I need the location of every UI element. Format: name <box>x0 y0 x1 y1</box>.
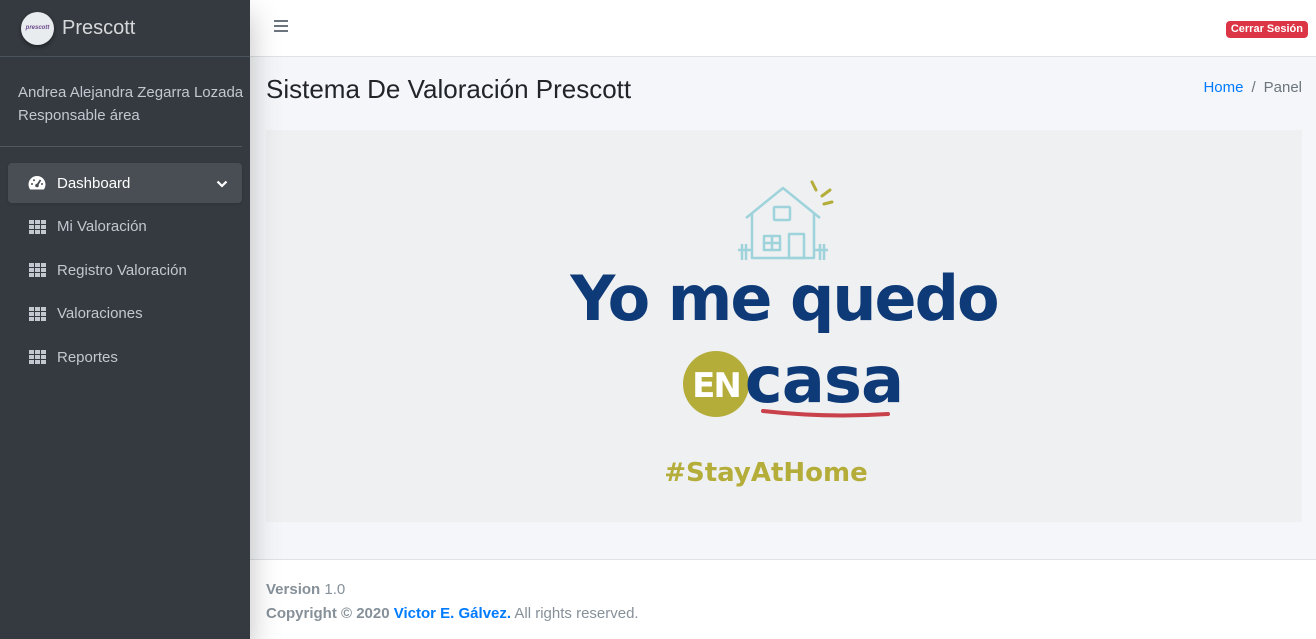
user-panel: Andrea Alejandra Zegarra Lozada Responsa… <box>0 57 243 147</box>
breadcrumb-separator: / <box>1251 79 1256 96</box>
content-header: Sistema De Valoración Prescott Home / Pane… <box>266 74 1302 105</box>
banner-casa: casa <box>745 344 903 418</box>
sidebar-item-label: Valoraciones <box>57 305 143 322</box>
sidebar-item-registro-valoracion[interactable]: Registro Valoración <box>8 250 242 290</box>
author-link[interactable]: Victor E. Gálvez. <box>394 605 511 622</box>
grid-icon <box>27 305 47 323</box>
sidebar-item-label: Dashboard <box>57 174 131 192</box>
dashboard-icon <box>27 174 47 192</box>
sidebar-item-mi-valoracion[interactable]: Mi Valoración <box>8 207 242 247</box>
rights-text: All rights reserved. <box>514 605 639 622</box>
logout-button[interactable]: Cerrar Sesión <box>1225 21 1308 38</box>
sparkle-icon <box>810 180 834 206</box>
sidebar-item-label: Reportes <box>57 348 118 366</box>
user-name[interactable]: Andrea Alejandra Zegarra Lozada <box>18 81 243 104</box>
stay-home-illustration: Yo me quedo EN casa #StayAtHome <box>569 180 1000 488</box>
house-icon <box>738 186 828 260</box>
grid-icon <box>27 348 47 366</box>
page-title: Sistema De Valoración Prescott <box>266 74 632 104</box>
sidebar-item-label: Mi Valoración <box>57 218 147 235</box>
breadcrumb: Home / Panel <box>1203 79 1302 96</box>
sidebar: prescott Prescott Andrea Alejandra Zegar… <box>0 0 250 639</box>
top-navbar: Cerrar Sesión <box>250 0 1316 57</box>
version-label: Version <box>266 581 321 598</box>
copyright-line: Copyright © 2020 Victor E. Gálvez. All r… <box>266 602 1300 626</box>
user-role: Responsable área <box>18 107 140 124</box>
version-line: Version 1.0 <box>266 578 1300 602</box>
grid-icon <box>27 218 47 236</box>
banner-hashtag: #StayAtHome <box>664 458 868 488</box>
stay-home-banner: Yo me quedo EN casa #StayAtHome <box>266 130 1302 522</box>
en-badge-text: EN <box>692 366 740 406</box>
sidebar-item-reportes[interactable]: Reportes <box>8 337 242 377</box>
sidebar-item-valoraciones[interactable]: Valoraciones <box>8 294 242 334</box>
grid-icon <box>27 261 47 279</box>
brand-logo: prescott <box>21 11 54 45</box>
banner-headline: Yo me quedo <box>569 262 997 335</box>
chevron-down-icon <box>216 176 228 193</box>
breadcrumb-current: Panel <box>1263 79 1302 96</box>
brand-name: Prescott <box>62 16 136 39</box>
sidebar-item-dashboard[interactable]: Dashboard <box>8 163 242 203</box>
footer: Version 1.0 Copyright © 2020 Victor E. G… <box>250 559 1316 639</box>
brand-link[interactable]: prescott Prescott <box>0 0 250 57</box>
sidebar-item-label: Registro Valoración <box>57 261 187 279</box>
breadcrumb-home-link[interactable]: Home <box>1203 79 1243 96</box>
copyright-prefix: Copyright © 2020 <box>266 605 390 622</box>
hamburger-icon[interactable] <box>274 20 288 34</box>
sidebar-nav: Dashboard Mi Valoración Registro Valorac… <box>0 147 250 377</box>
version-value: 1.0 <box>324 581 346 598</box>
